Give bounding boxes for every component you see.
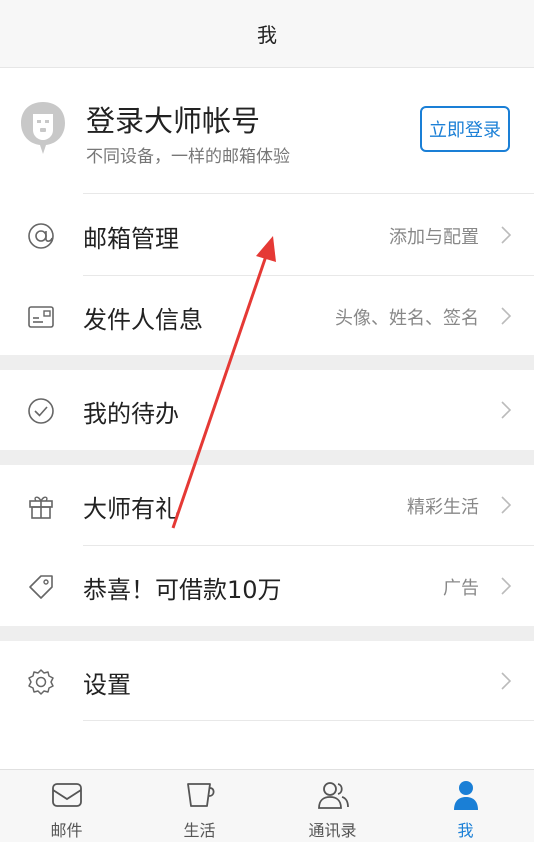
menu-item-label: 邮箱管理 bbox=[83, 225, 179, 253]
chevron-right-icon bbox=[501, 672, 512, 690]
menu-item-label: 我的待办 bbox=[83, 400, 179, 428]
menu-item-value: 头像、姓名、签名 bbox=[335, 308, 479, 329]
menu-item-my-todo[interactable]: 我的待办 bbox=[0, 370, 534, 450]
menu-item-value: 精彩生活 bbox=[407, 497, 479, 518]
person-icon bbox=[453, 781, 478, 810]
tab-life[interactable]: 生活 bbox=[133, 770, 266, 842]
chevron-right-icon bbox=[501, 577, 512, 595]
tab-me[interactable]: 我 bbox=[399, 770, 532, 842]
section-gap bbox=[0, 450, 534, 465]
menu-item-settings[interactable]: 设置 bbox=[0, 641, 534, 721]
bottom-tab-bar: 邮件 生活 通讯录 我 bbox=[0, 769, 534, 842]
chevron-right-icon bbox=[501, 307, 512, 325]
id-card-icon bbox=[28, 306, 54, 328]
menu-item-label: 设置 bbox=[83, 671, 131, 699]
menu-item-label: 大师有礼 bbox=[83, 495, 179, 523]
gift-icon bbox=[29, 496, 53, 519]
avatar-icon bbox=[21, 102, 65, 154]
tab-label: 邮件 bbox=[50, 821, 83, 840]
contacts-icon bbox=[317, 782, 349, 809]
section-gap bbox=[0, 626, 534, 641]
menu-item-label: 恭喜！可借款10万 bbox=[83, 576, 282, 604]
tab-contacts[interactable]: 通讯录 bbox=[266, 770, 399, 842]
menu-item-loan-ad[interactable]: 恭喜！可借款10万 广告 bbox=[0, 546, 534, 626]
chevron-right-icon bbox=[501, 226, 512, 244]
cup-icon bbox=[186, 783, 215, 807]
page-header: 我 bbox=[0, 0, 534, 68]
tab-label: 我 bbox=[457, 821, 474, 840]
divider bbox=[83, 193, 534, 194]
login-button[interactable]: 立即登录 bbox=[420, 106, 510, 152]
menu-item-value: 广告 bbox=[443, 578, 479, 599]
tab-label: 生活 bbox=[183, 821, 216, 840]
profile-card[interactable]: 登录大师帐号 不同设备，一样的邮箱体验 立即登录 bbox=[0, 68, 534, 194]
page-title: 我 bbox=[257, 23, 277, 47]
profile-subtitle: 不同设备，一样的邮箱体验 bbox=[86, 147, 290, 167]
section-gap bbox=[0, 355, 534, 370]
check-circle-icon bbox=[28, 398, 54, 424]
menu-item-value: 添加与配置 bbox=[389, 227, 479, 248]
at-icon bbox=[28, 223, 54, 249]
gear-icon bbox=[28, 669, 54, 695]
mail-icon bbox=[51, 783, 82, 807]
tab-label: 通讯录 bbox=[308, 821, 357, 840]
profile-title: 登录大师帐号 bbox=[86, 104, 261, 138]
menu-item-sender-info[interactable]: 发件人信息 头像、姓名、签名 bbox=[0, 276, 534, 356]
divider bbox=[83, 720, 534, 721]
tag-icon bbox=[29, 575, 53, 599]
chevron-right-icon bbox=[501, 401, 512, 419]
menu-item-label: 发件人信息 bbox=[83, 306, 203, 334]
menu-item-mailbox-management[interactable]: 邮箱管理 添加与配置 bbox=[0, 195, 534, 275]
chevron-right-icon bbox=[501, 496, 512, 514]
tab-mail[interactable]: 邮件 bbox=[0, 770, 133, 842]
menu-item-master-gift[interactable]: 大师有礼 精彩生活 bbox=[0, 465, 534, 545]
